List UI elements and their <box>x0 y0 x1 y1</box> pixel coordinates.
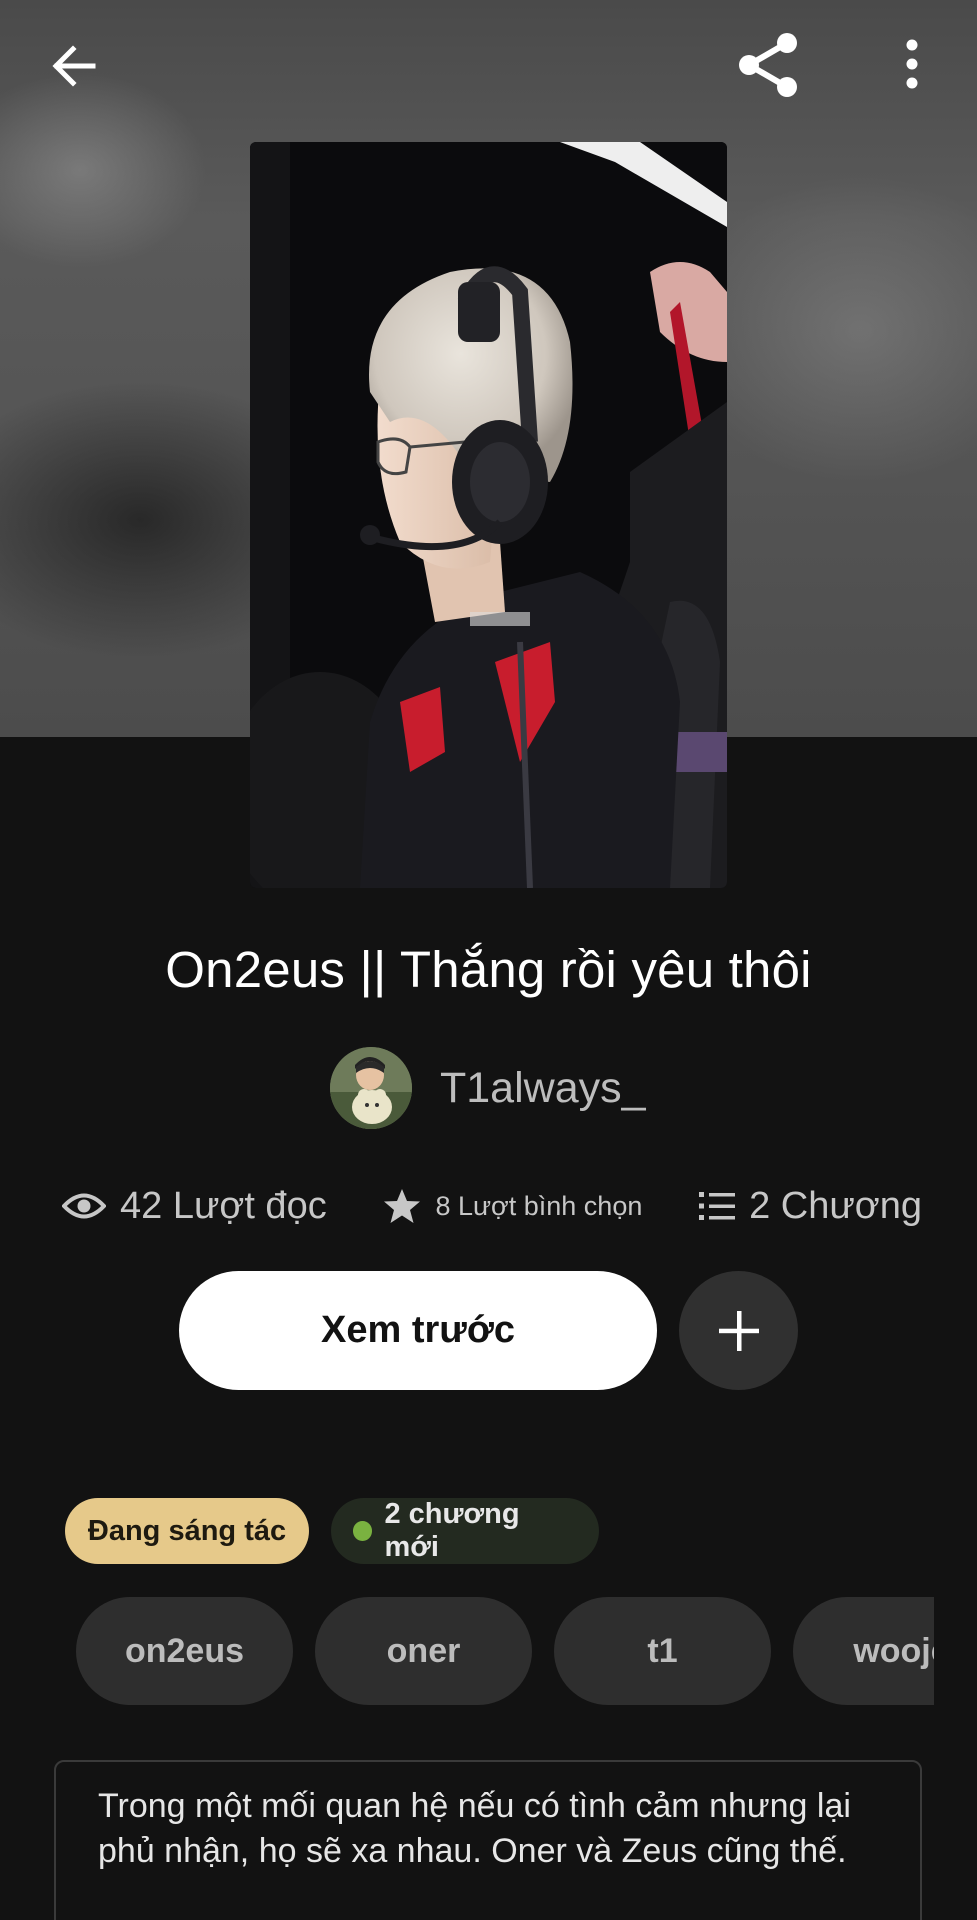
new-parts-badge: 2 chương mới <box>331 1498 599 1564</box>
back-button[interactable] <box>36 28 112 104</box>
tag-chip[interactable]: wooje <box>793 1597 934 1705</box>
story-description: Trong một mối quan hệ nếu có tình cảm nh… <box>98 1787 851 1870</box>
tag-chip[interactable]: oner <box>315 1597 532 1705</box>
new-indicator-dot <box>353 1521 373 1541</box>
tag-chip[interactable]: on2eus <box>76 1597 293 1705</box>
star-icon <box>384 1189 421 1223</box>
parts-stat[interactable]: 2 Chương <box>699 1185 922 1228</box>
author-name: T1always_ <box>440 1063 646 1112</box>
story-title: On2eus || Thắng rồi yêu thôi <box>165 941 812 998</box>
votes-count: 8 Lượt bình chọn <box>435 1190 643 1221</box>
reads-stat: 42 Lượt đọc <box>62 1185 327 1228</box>
preview-button[interactable]: Xem trước <box>179 1271 657 1390</box>
story-stats: 42 Lượt đọc 8 Lượt bình chọn 2 Chương <box>62 1178 922 1234</box>
reads-count: 42 Lượt đọc <box>120 1184 327 1227</box>
story-description-box[interactable]: Trong một mối quan hệ nếu có tình cảm nh… <box>54 1760 922 1920</box>
eye-icon <box>62 1193 106 1219</box>
tag-chip[interactable]: t1 <box>554 1597 771 1705</box>
author-link[interactable]: T1always_ <box>330 1047 646 1129</box>
story-cover-image[interactable] <box>250 142 727 888</box>
more-vertical-icon <box>906 39 918 89</box>
plus-icon <box>718 1310 759 1351</box>
cover-illustration <box>250 142 727 888</box>
share-icon <box>739 33 797 97</box>
parts-count: 2 Chương <box>749 1184 922 1227</box>
list-icon <box>699 1192 736 1220</box>
votes-stat: 8 Lượt bình chọn <box>383 1188 642 1224</box>
share-button[interactable] <box>730 26 806 102</box>
new-parts-label: 2 chương mới <box>384 1498 520 1563</box>
arrow-left-icon <box>52 45 96 87</box>
author-avatar <box>330 1047 412 1129</box>
more-options-button[interactable] <box>874 26 950 102</box>
status-badge: Đang sáng tác <box>65 1498 309 1564</box>
add-to-library-button[interactable] <box>679 1271 798 1390</box>
tags-scroller[interactable]: on2eus oner t1 wooje <box>76 1597 934 1705</box>
